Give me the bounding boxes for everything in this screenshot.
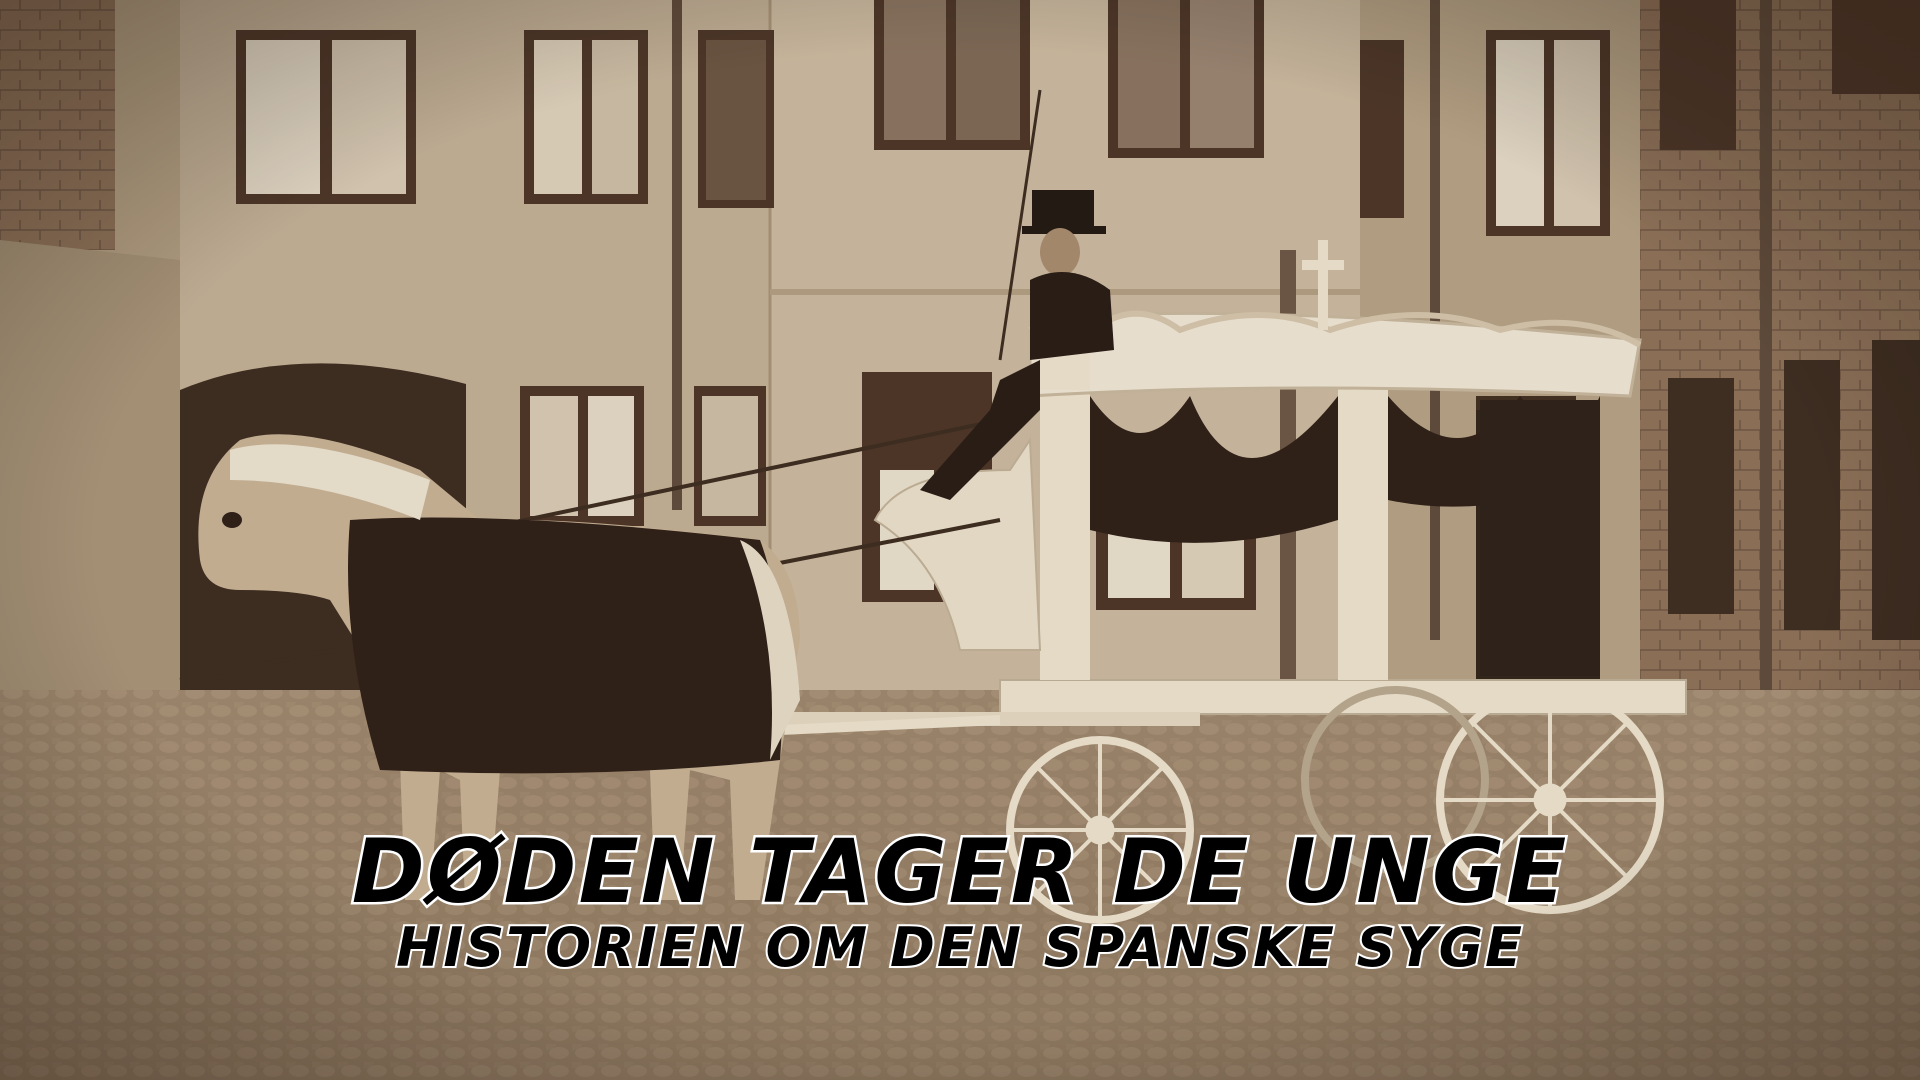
thumbnail-scene: DØDEN TAGER DE UNGE HISTORIEN OM DEN SPA… bbox=[0, 0, 1920, 1080]
subtitle: HISTORIEN OM DEN SPANSKE SYGE bbox=[394, 914, 1524, 981]
title-block: DØDEN TAGER DE UNGE HISTORIEN OM DEN SPA… bbox=[0, 819, 1920, 981]
main-title: DØDEN TAGER DE UNGE bbox=[349, 819, 1569, 924]
